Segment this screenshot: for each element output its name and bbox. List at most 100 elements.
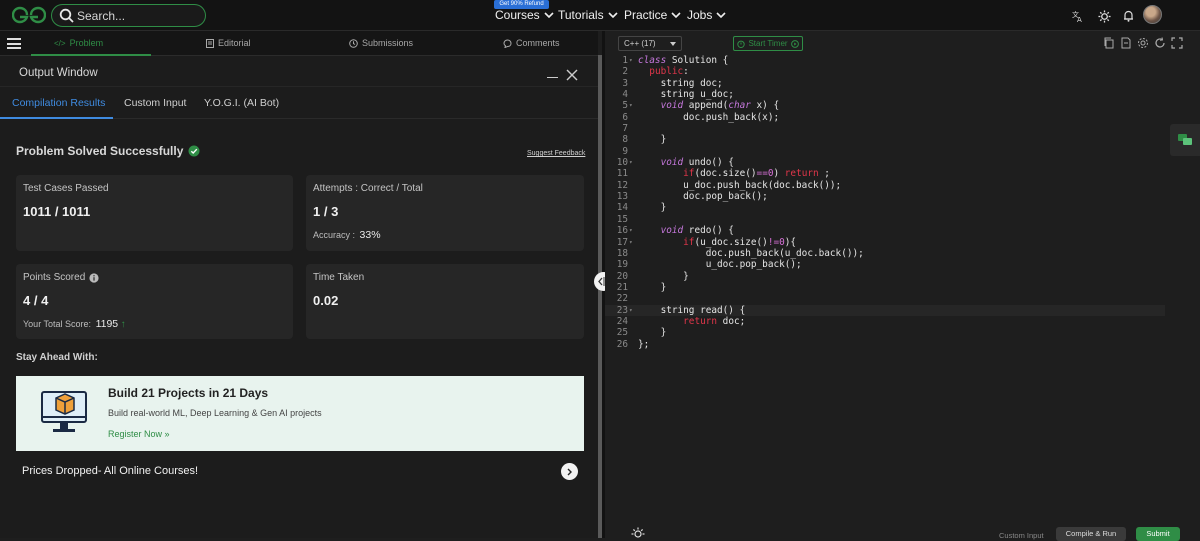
submit-button[interactable]: Submit xyxy=(1136,527,1180,541)
chevron-down-icon xyxy=(670,42,676,46)
play-circle-icon xyxy=(790,39,799,48)
chevron-down-icon xyxy=(544,11,554,18)
file-export-icon[interactable] xyxy=(1120,37,1132,49)
monitor-box-icon xyxy=(41,391,87,432)
nav-jobs[interactable]: Jobs xyxy=(687,8,726,22)
code-line: 2 public: xyxy=(622,66,689,78)
left-panel: </> Problem Editorial Submissions Commen… xyxy=(0,31,598,538)
tab-problem-label: Problem xyxy=(69,38,104,48)
nav-tutorials-label: Tutorials xyxy=(558,8,604,22)
total-score-value: 1195 xyxy=(95,318,119,330)
code-line: 26}; xyxy=(616,338,650,350)
code-line: 6 doc.push_back(x); xyxy=(622,111,780,123)
attempts-label: Attempts : Correct / Total xyxy=(313,183,423,194)
suggest-feedback-link[interactable]: Suggest Feedback xyxy=(527,150,585,157)
notification-bell-icon[interactable] xyxy=(1118,6,1138,26)
accuracy: Accuracy : 33% xyxy=(313,229,381,241)
accuracy-label: Accuracy : xyxy=(313,230,356,240)
code-area[interactable]: 1 ▾ class Solution { 2 public: 3 string do… xyxy=(605,55,1165,350)
chevron-right-icon xyxy=(567,468,572,475)
tab-yogi-ai-bot[interactable]: Y.O.G.I. (AI Bot) xyxy=(204,97,279,109)
code-line: 15 xyxy=(616,213,628,225)
time-value: 0.02 xyxy=(313,293,339,308)
points-label-row: Points Scored xyxy=(23,272,99,283)
code-line: 16 ▾ void redo() { xyxy=(616,225,734,237)
nav-practice[interactable]: Practice xyxy=(624,8,681,22)
document-icon xyxy=(206,38,214,48)
time-label: Time Taken xyxy=(313,272,365,283)
nav-courses-label: Courses xyxy=(495,8,540,22)
tab-comments-label: Comments xyxy=(516,38,560,48)
timer-icon xyxy=(737,40,746,48)
tab-editorial[interactable]: Editorial xyxy=(206,38,251,48)
code-icon: </> xyxy=(54,38,66,48)
code-line: 21 } xyxy=(616,281,667,293)
nav-jobs-label: Jobs xyxy=(687,8,713,22)
total-score-label: Your Total Score: xyxy=(23,319,92,329)
reset-icon[interactable] xyxy=(1154,37,1166,49)
nav-tutorials[interactable]: Tutorials xyxy=(558,8,618,22)
accuracy-value: 33% xyxy=(359,229,381,241)
tab-compilation-results[interactable]: Compilation Results xyxy=(12,97,105,109)
promo-banner[interactable]: Build 21 Projects in 21 Days Build real-… xyxy=(16,376,584,451)
fullscreen-icon[interactable] xyxy=(1171,37,1183,49)
close-icon[interactable] xyxy=(566,69,578,81)
problem-tabs: </> Problem Editorial Submissions Commen… xyxy=(0,31,598,56)
code-line: 24 return doc; xyxy=(616,315,746,327)
code-line: 9 xyxy=(622,145,628,157)
code-line: 20 } xyxy=(616,270,689,282)
active-subtab-indicator xyxy=(0,117,113,119)
code-line: 25 } xyxy=(616,327,667,339)
start-timer-button[interactable]: Start Timer xyxy=(733,36,803,51)
tab-problem[interactable]: </> Problem xyxy=(54,38,103,48)
menu-icon[interactable] xyxy=(7,38,21,49)
register-now-link[interactable]: Register Now » xyxy=(108,429,170,439)
test-cases-label: Test Cases Passed xyxy=(23,183,109,194)
points-value: 4 / 4 xyxy=(23,293,49,308)
copy-icon[interactable] xyxy=(1103,37,1115,49)
arrow-up-icon: ↑ xyxy=(120,319,126,330)
points-label: Points Scored xyxy=(23,272,86,283)
code-line: 17 ▾ if(u_doc.size()!=0){ xyxy=(616,236,797,248)
translate-icon[interactable]: 文A xyxy=(1068,6,1088,26)
tab-submissions[interactable]: Submissions xyxy=(349,38,413,48)
chevron-down-icon xyxy=(608,11,618,18)
code-editor-panel: C++ (17) Start Timer 1 ▾ class Solution { … xyxy=(605,31,1200,541)
top-nav-bar: Search... Get 90% Refund Courses Tutoria… xyxy=(0,0,1200,31)
lightbulb-icon[interactable] xyxy=(631,527,645,541)
code-line: 13 doc.pop_back(); xyxy=(616,191,768,203)
code-line: 22 xyxy=(616,293,628,305)
chat-button[interactable] xyxy=(1170,124,1200,156)
code-line: 4 string u_doc; xyxy=(622,89,734,101)
compile-run-button[interactable]: Compile & Run xyxy=(1056,527,1126,541)
code-line: 12 u_doc.push_back(doc.back()); xyxy=(616,179,842,191)
next-arrow-button[interactable] xyxy=(561,463,578,480)
theme-toggle-icon[interactable] xyxy=(1094,6,1114,26)
custom-input-toggle[interactable]: Custom Input xyxy=(999,531,1044,540)
points-card: Points Scored 4 / 4 Your Total Score: 11… xyxy=(16,264,293,339)
language-select[interactable]: C++ (17) xyxy=(618,36,682,51)
settings-gear-icon[interactable] xyxy=(1137,37,1149,49)
info-icon[interactable] xyxy=(89,272,99,283)
code-line: 14 } xyxy=(616,202,667,214)
tab-comments[interactable]: Comments xyxy=(503,38,560,48)
code-line: 1 ▾ class Solution { xyxy=(622,55,729,66)
language-label: C++ (17) xyxy=(624,39,656,48)
test-cases-card: Test Cases Passed 1011 / 1011 xyxy=(16,175,293,251)
prices-dropped-text[interactable]: Prices Dropped- All Online Courses! xyxy=(22,465,198,477)
tab-custom-input[interactable]: Custom Input xyxy=(124,97,186,109)
output-subtabs: Compilation Results Custom Input Y.O.G.I… xyxy=(0,88,598,119)
search-input[interactable]: Search... xyxy=(51,4,206,27)
avatar[interactable] xyxy=(1143,5,1162,24)
code-line: 19 u_doc.pop_back(); xyxy=(616,259,802,271)
test-cases-value: 1011 / 1011 xyxy=(23,204,91,219)
status-message: Problem Solved Successfully xyxy=(16,144,200,158)
nav-practice-label: Practice xyxy=(624,8,668,22)
chevron-down-icon xyxy=(671,11,681,18)
nav-courses[interactable]: Courses xyxy=(495,8,554,22)
code-line: 10 ▾ void undo() { xyxy=(616,157,734,169)
start-timer-label: Start Timer xyxy=(748,39,788,48)
minimize-icon[interactable] xyxy=(547,77,558,78)
gfg-logo-icon[interactable] xyxy=(12,6,46,24)
comment-icon xyxy=(503,38,512,48)
